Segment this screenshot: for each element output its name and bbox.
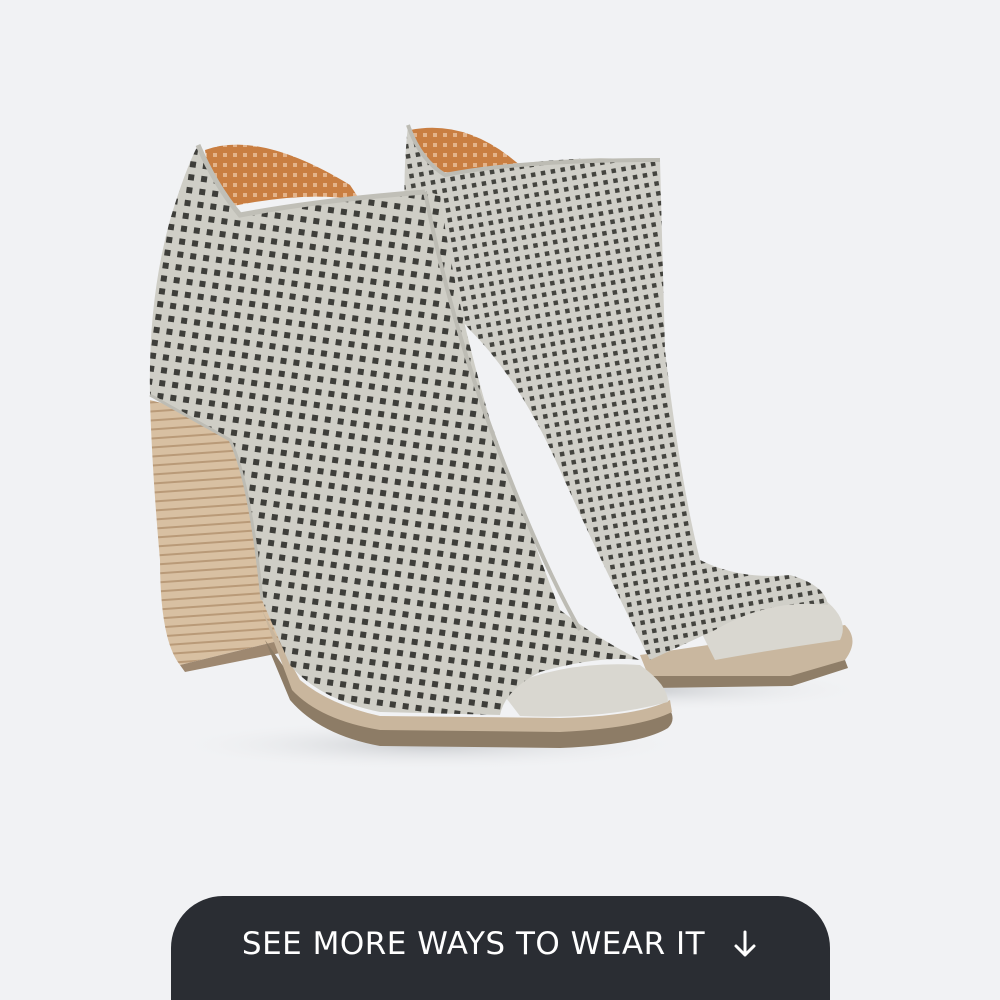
arrow-down-icon: [734, 930, 756, 957]
product-photo: [149, 124, 870, 771]
product-page: SEE MORE WAYS TO WEAR IT: [0, 0, 1000, 1000]
see-more-ways-button[interactable]: SEE MORE WAYS TO WEAR IT: [171, 896, 830, 1000]
see-more-ways-label: SEE MORE WAYS TO WEAR IT: [241, 926, 706, 962]
